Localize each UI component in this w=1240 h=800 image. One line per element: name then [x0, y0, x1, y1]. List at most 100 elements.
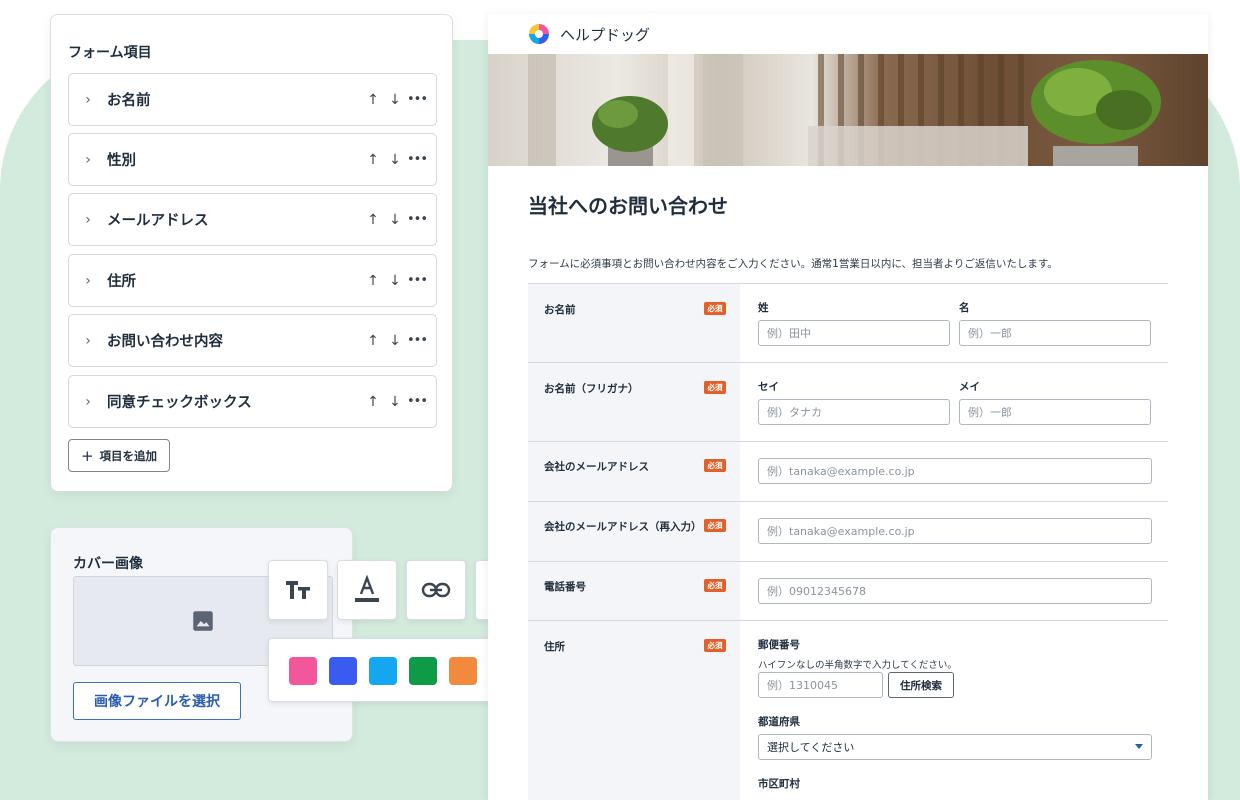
swatch-pink[interactable] [289, 657, 317, 685]
select-image-button[interactable]: 画像ファイルを選択 [73, 682, 241, 720]
email-input[interactable]: 例）tanaka@example.co.jp [758, 458, 1152, 484]
field-row-address: 住所 必須 郵便番号 ハイフンなしの半角数字で入力してください。 例）13100… [528, 620, 1168, 800]
postal-code-input[interactable]: 例）1310045 [758, 672, 883, 698]
field-label: 会社のメールアドレス（再入力） [544, 521, 702, 533]
field-label: お名前（フリガナ） [544, 383, 639, 395]
cover-title: カバー画像 [73, 556, 143, 572]
more-options-icon[interactable]: ••• [406, 212, 428, 227]
required-badge: 必須 [704, 381, 726, 394]
move-down-icon[interactable]: ↓ [384, 92, 406, 108]
swatch-blue[interactable] [329, 657, 357, 685]
form-items-panel: フォーム項目 › お名前 ↑ ↓ ••• › 性別 ↑ ↓ ••• › メールアドレス ↑ ↓ ••• › 住所… [50, 14, 453, 492]
last-name-input[interactable]: 例）田中 [758, 320, 950, 346]
field-row-name: お名前 必須 姓 名 例）田中 例）一郎 [528, 283, 1168, 362]
required-badge: 必須 [704, 519, 726, 532]
move-up-icon[interactable]: ↑ [362, 92, 384, 108]
mei-label: 名 [959, 302, 970, 314]
required-badge: 必須 [704, 579, 726, 592]
required-badge: 必須 [704, 639, 726, 652]
link-button[interactable] [406, 560, 466, 620]
chevron-right-icon[interactable]: › [69, 152, 107, 168]
add-item-button[interactable]: + 項目を追加 [68, 439, 170, 472]
form-item-row[interactable]: › お問い合わせ内容 ↑ ↓ ••• [68, 314, 437, 367]
address-search-button[interactable]: 住所検索 [888, 672, 954, 698]
field-label: 電話番号 [544, 581, 586, 593]
chevron-right-icon[interactable]: › [69, 92, 107, 108]
dropdown-arrow-icon [1135, 744, 1143, 749]
more-options-icon[interactable]: ••• [406, 394, 428, 409]
text-size-icon [286, 581, 310, 599]
mei-kana-label: メイ [959, 381, 980, 393]
more-options-icon[interactable]: ••• [406, 333, 428, 348]
add-item-label: 項目を追加 [99, 448, 158, 463]
form-preview: ヘルプドッグ 当社へのお問い合わせ フォームに必須事項とお問い合わせ内容をご入力… [488, 14, 1208, 800]
form-item-row[interactable]: › メールアドレス ↑ ↓ ••• [68, 193, 437, 246]
form-item-row[interactable]: › 性別 ↑ ↓ ••• [68, 133, 437, 186]
move-up-icon[interactable]: ↑ [362, 273, 384, 289]
more-options-icon[interactable]: ••• [406, 92, 428, 107]
move-up-icon[interactable]: ↑ [362, 394, 384, 410]
move-up-icon[interactable]: ↑ [362, 152, 384, 168]
text-size-button[interactable] [268, 560, 328, 620]
field-label: 住所 [544, 641, 565, 653]
field-row-email: 会社のメールアドレス 必須 例）tanaka@example.co.jp [528, 441, 1168, 501]
prefecture-label: 都道府県 [758, 716, 800, 728]
first-name-input[interactable]: 例）一郎 [959, 320, 1151, 346]
field-label: 会社のメールアドレス [544, 461, 649, 473]
form-item-label: 性別 [107, 153, 136, 169]
prefecture-select[interactable]: 選択してください [758, 734, 1152, 760]
required-badge: 必須 [704, 459, 726, 472]
field-row-email-confirm: 会社のメールアドレス（再入力） 必須 例）tanaka@example.co.j… [528, 501, 1168, 561]
text-color-button[interactable] [337, 560, 397, 620]
swatch-orange[interactable] [449, 657, 477, 685]
form-item-label: お問い合わせ内容 [107, 334, 223, 350]
chevron-right-icon[interactable]: › [69, 212, 107, 228]
chevron-right-icon[interactable]: › [69, 394, 107, 410]
brand: ヘルプドッグ [528, 22, 650, 46]
first-name-kana-input[interactable]: 例）一郎 [959, 399, 1151, 425]
sei-kana-label: セイ [758, 381, 779, 393]
field-row-kana: お名前（フリガナ） 必須 セイ メイ 例）タナカ 例）一郎 [528, 362, 1168, 441]
move-down-icon[interactable]: ↓ [384, 394, 406, 410]
more-options-icon[interactable]: ••• [406, 152, 428, 167]
form-item-label: 住所 [107, 274, 136, 290]
chevron-right-icon[interactable]: › [69, 333, 107, 349]
swatch-green[interactable] [409, 657, 437, 685]
required-badge: 必須 [704, 302, 726, 315]
city-label: 市区町村 [758, 778, 800, 790]
form-item-label: お名前 [107, 93, 151, 109]
postal-code-hint: ハイフンなしの半角数字で入力してください。 [758, 660, 957, 671]
chevron-right-icon[interactable]: › [69, 273, 107, 289]
last-name-kana-input[interactable]: 例）タナカ [758, 399, 950, 425]
move-down-icon[interactable]: ↓ [384, 212, 406, 228]
brand-logo-icon [529, 24, 549, 44]
email-confirm-input[interactable]: 例）tanaka@example.co.jp [758, 518, 1152, 544]
text-color-icon [355, 575, 379, 602]
move-up-icon[interactable]: ↑ [362, 333, 384, 349]
sei-label: 姓 [758, 302, 769, 314]
link-icon [421, 582, 451, 598]
panel-title: フォーム項目 [68, 45, 152, 61]
brand-name: ヘルプドッグ [560, 25, 651, 44]
more-options-icon[interactable]: ••• [406, 273, 428, 288]
image-icon [193, 611, 213, 631]
move-down-icon[interactable]: ↓ [384, 333, 406, 349]
move-down-icon[interactable]: ↓ [384, 152, 406, 168]
move-up-icon[interactable]: ↑ [362, 212, 384, 228]
phone-input[interactable]: 例）09012345678 [758, 578, 1152, 604]
form-item-row[interactable]: › 住所 ↑ ↓ ••• [68, 254, 437, 307]
move-down-icon[interactable]: ↓ [384, 273, 406, 289]
form-description: フォームに必須事項とお問い合わせ内容をご入力ください。通常1営業日以内に、担当者… [528, 258, 1058, 270]
form-item-label: メールアドレス [107, 213, 209, 229]
form-title: 当社へのお問い合わせ [528, 194, 728, 218]
form-item-label: 同意チェックボックス [107, 395, 252, 411]
field-label: お名前 [544, 304, 576, 316]
swatch-light-blue[interactable] [369, 657, 397, 685]
field-row-phone: 電話番号 必須 例）09012345678 [528, 561, 1168, 620]
plus-icon: + [80, 446, 94, 465]
prefecture-value: 選択してください [767, 741, 855, 754]
form-item-row[interactable]: › お名前 ↑ ↓ ••• [68, 73, 437, 126]
form-item-row[interactable]: › 同意チェックボックス ↑ ↓ ••• [68, 375, 437, 428]
cover-image [488, 54, 1208, 166]
postal-code-label: 郵便番号 [758, 639, 800, 651]
